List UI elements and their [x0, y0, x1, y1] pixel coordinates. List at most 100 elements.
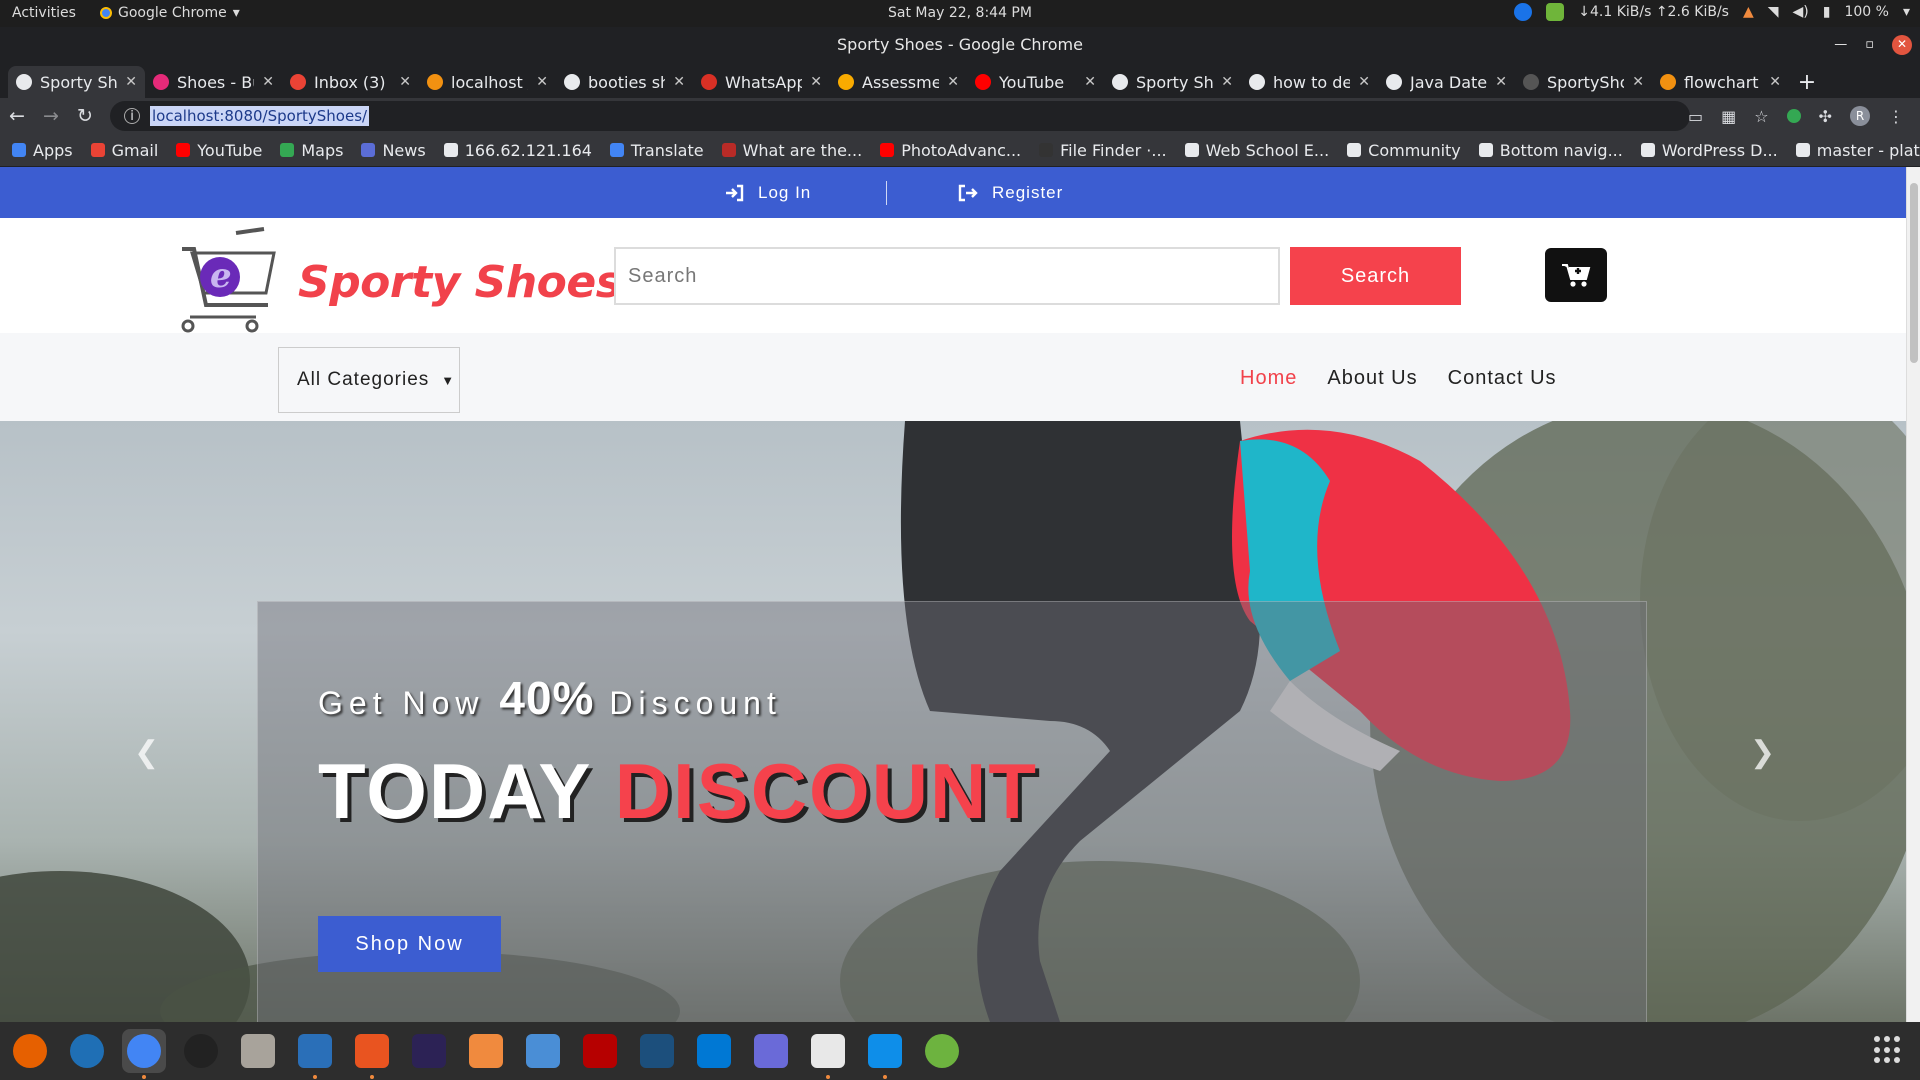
tab-close-icon[interactable]: ✕	[262, 74, 274, 90]
qr-code-icon[interactable]: ▦	[1721, 107, 1736, 126]
tab[interactable]: WhatsApp ✕	[693, 66, 830, 98]
check-tray-icon[interactable]	[1546, 3, 1565, 21]
tab[interactable]: Sporty Sh ✕	[1104, 66, 1241, 98]
software-icon[interactable]	[350, 1029, 394, 1079]
profile-avatar[interactable]: R	[1850, 106, 1870, 126]
thunderbird-icon[interactable]	[65, 1029, 109, 1073]
power-menu-icon[interactable]: ▾	[1903, 4, 1910, 20]
tab[interactable]: how to de ✕	[1241, 66, 1378, 98]
bookmark-item[interactable]: Community	[1347, 141, 1461, 160]
tab-close-icon[interactable]: ✕	[1358, 74, 1370, 90]
tab-close-icon[interactable]: ✕	[1084, 74, 1096, 90]
bookmark-item[interactable]: Apps	[12, 141, 73, 160]
bookmark-item[interactable]: News	[361, 140, 426, 160]
minimize-button[interactable]: —	[1834, 27, 1847, 62]
tab-close-icon[interactable]: ✕	[1221, 74, 1233, 90]
tab-close-icon[interactable]: ✕	[673, 74, 685, 90]
reload-button[interactable]: ↻	[68, 99, 102, 133]
tab[interactable]: Assessme ✕	[830, 66, 967, 98]
eclipse-icon[interactable]	[407, 1029, 451, 1073]
bookmark-item[interactable]: File Finder ·...	[1039, 141, 1167, 160]
tab-close-icon[interactable]: ✕	[125, 74, 137, 90]
firefox-icon[interactable]	[8, 1029, 52, 1073]
bookmark-item[interactable]: Web School E...	[1184, 141, 1329, 160]
bookmark-item[interactable]: Gmail	[90, 141, 158, 160]
close-window-button[interactable]: ✕	[1892, 34, 1912, 55]
login-link[interactable]: Log In	[724, 183, 811, 203]
bookmark-item[interactable]: Maps	[280, 141, 343, 160]
vlc-icon[interactable]	[464, 1029, 508, 1073]
tab-close-icon[interactable]: ✕	[947, 74, 959, 90]
mysql-workbench-icon[interactable]	[635, 1029, 679, 1073]
tab-close-icon[interactable]: ✕	[1769, 74, 1781, 90]
category-select[interactable]: All Categories ▼	[278, 347, 460, 413]
bookmark-item[interactable]: master - platf...	[1795, 141, 1920, 160]
filezilla-icon[interactable]	[578, 1029, 622, 1073]
tab-close-icon[interactable]: ✕	[399, 74, 411, 90]
text-editor-icon[interactable]	[806, 1029, 850, 1079]
tab-close-icon[interactable]: ✕	[536, 74, 548, 90]
virtualbox-icon[interactable]	[521, 1029, 565, 1073]
show-apps-icon[interactable]	[1874, 1036, 1902, 1064]
chevron-down-icon: ▾	[232, 5, 240, 21]
bookmark-star-icon[interactable]: ☆	[1754, 107, 1768, 126]
nav-home[interactable]: Home	[1240, 367, 1297, 390]
bookmark-item[interactable]: What are the...	[721, 141, 862, 160]
tab-close-icon[interactable]: ✕	[810, 74, 822, 90]
shop-now-button[interactable]: Shop Now	[318, 916, 501, 972]
tab-close-icon[interactable]: ✕	[1632, 74, 1644, 90]
tab[interactable]: Sporty Sh ✕	[8, 66, 145, 98]
spring-tools-icon[interactable]	[920, 1029, 964, 1073]
nav-contact[interactable]: Contact Us	[1448, 367, 1557, 390]
writer-icon[interactable]	[293, 1029, 337, 1079]
rhythmbox-icon[interactable]	[179, 1029, 223, 1073]
vlc-tray-icon[interactable]: ▲	[1743, 4, 1754, 20]
vscode-icon[interactable]	[692, 1029, 736, 1073]
bookmark-item[interactable]: YouTube	[176, 141, 262, 160]
bookmark-item[interactable]: PhotoAdvanc...	[880, 141, 1021, 160]
bookmark-label: News	[382, 140, 426, 160]
page-scrollbar[interactable]	[1906, 167, 1920, 1022]
brand-logo[interactable]: e Sporty Shoes	[176, 227, 622, 337]
tab[interactable]: SportySho ✕	[1515, 66, 1652, 98]
extensions-puzzle-icon[interactable]: ✣	[1819, 107, 1832, 126]
carousel-prev-icon[interactable]: ❮	[134, 735, 159, 770]
url-text[interactable]: localhost:8080/SportyShoes/	[150, 106, 370, 126]
tab[interactable]: booties sh ✕	[556, 66, 693, 98]
chrome-menu-icon[interactable]: ⋮	[1888, 107, 1904, 126]
screenshot-icon[interactable]	[749, 1029, 793, 1073]
cast-icon[interactable]: ▭	[1688, 107, 1703, 126]
tab[interactable]: Inbox (3) - ✕	[282, 66, 419, 98]
app-menu[interactable]: Google Chrome ▾	[100, 5, 240, 21]
chrome-icon[interactable]	[122, 1029, 166, 1079]
search-input[interactable]	[614, 247, 1280, 305]
carousel-next-icon[interactable]: ❯	[1750, 735, 1775, 770]
tab-close-icon[interactable]: ✕	[1495, 74, 1507, 90]
search-button[interactable]: Search	[1290, 247, 1461, 305]
back-button[interactable]: ←	[0, 99, 34, 133]
site-info-icon[interactable]: i	[124, 108, 140, 124]
forward-button[interactable]: →	[34, 99, 68, 133]
bookmark-item[interactable]: WordPress D...	[1640, 141, 1778, 160]
extension-icon[interactable]	[1786, 109, 1801, 123]
teamviewer-icon[interactable]	[863, 1029, 907, 1079]
tab[interactable]: flowchart ✕	[1652, 66, 1789, 98]
bookmark-item[interactable]: 166.62.121.164	[443, 141, 592, 160]
new-tab-button[interactable]: +	[1789, 66, 1825, 98]
tab[interactable]: localhost / ✕	[419, 66, 556, 98]
activities-button[interactable]: Activities	[12, 5, 76, 21]
tab[interactable]: YouTube ✕	[967, 66, 1104, 98]
maximize-button[interactable]: ▫	[1865, 27, 1874, 62]
nav-about[interactable]: About Us	[1327, 367, 1417, 390]
system-tray[interactable]: ↓4.1 KiB/s ↑2.6 KiB/s ▲ ◥ ◀) ▮ 100 % ▾	[1514, 3, 1910, 21]
bookmark-item[interactable]: Translate	[609, 141, 704, 160]
register-link[interactable]: Register	[958, 183, 1063, 203]
bookmark-item[interactable]: Bottom navig...	[1478, 141, 1623, 160]
tab[interactable]: Shoes - Bu ✕	[145, 66, 282, 98]
tab[interactable]: Java Date ✕	[1378, 66, 1515, 98]
cart-button[interactable]	[1545, 248, 1607, 302]
address-bar[interactable]: i localhost:8080/SportyShoes/	[110, 101, 1690, 131]
scrollbar-thumb[interactable]	[1910, 183, 1918, 363]
files-icon[interactable]	[236, 1029, 280, 1073]
teamviewer-tray-icon[interactable]	[1514, 3, 1533, 21]
